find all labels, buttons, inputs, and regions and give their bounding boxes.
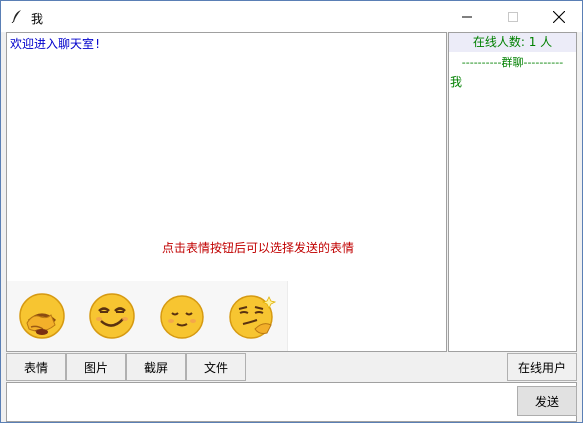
emoji-button-1[interactable] [7, 281, 78, 351]
emoji-button-3[interactable] [147, 281, 218, 351]
toolbar: 表情 图片 截屏 文件 在线用户 [6, 352, 577, 382]
online-users-panel[interactable]: 在线人数: 1 人 ----------群聊---------- 我 [448, 32, 577, 352]
emoji-hint-text: 点击表情按钮后可以选择发送的表情 [162, 241, 355, 255]
chat-message-area[interactable]: 欢迎进入聊天室! 点击表情按钮后可以选择发送的表情 [6, 32, 447, 352]
online-count-label: 在线人数: 1 人 [449, 33, 576, 52]
emoji-button-4[interactable] [217, 281, 288, 351]
message-input[interactable] [6, 382, 577, 422]
maximize-button[interactable] [490, 1, 536, 32]
minimize-icon [462, 16, 472, 17]
smirk-emoji-icon [89, 293, 135, 339]
thinking-smirk-emoji-icon [229, 295, 277, 339]
user-list-item[interactable]: 我 [450, 73, 462, 90]
facepalm-emoji-icon [19, 293, 65, 339]
title-bar[interactable]: 我 [1, 1, 582, 32]
feather-icon [11, 10, 21, 23]
app-window: 我 欢迎进入聊天室! 点击表情按钮后可以选择发送的表情 在线人数: 1 人 --… [0, 0, 583, 423]
online-users-button[interactable]: 在线用户 [507, 353, 577, 381]
image-button[interactable]: 图片 [66, 353, 126, 381]
send-button[interactable]: 发送 [517, 386, 577, 416]
minimize-button[interactable] [444, 1, 490, 32]
emoji-button-2[interactable] [77, 281, 148, 351]
window-title: 我 [31, 12, 44, 26]
welcome-message: 欢迎进入聊天室! [10, 37, 102, 51]
close-button[interactable] [536, 1, 582, 32]
close-icon [553, 10, 565, 23]
screenshot-button[interactable]: 截屏 [126, 353, 186, 381]
emoji-picker [7, 281, 288, 351]
maximize-icon [508, 11, 518, 22]
group-chat-separator: ----------群聊---------- [461, 56, 564, 69]
emoji-button[interactable]: 表情 [6, 353, 66, 381]
content-smile-emoji-icon [160, 295, 204, 339]
file-button[interactable]: 文件 [186, 353, 246, 381]
